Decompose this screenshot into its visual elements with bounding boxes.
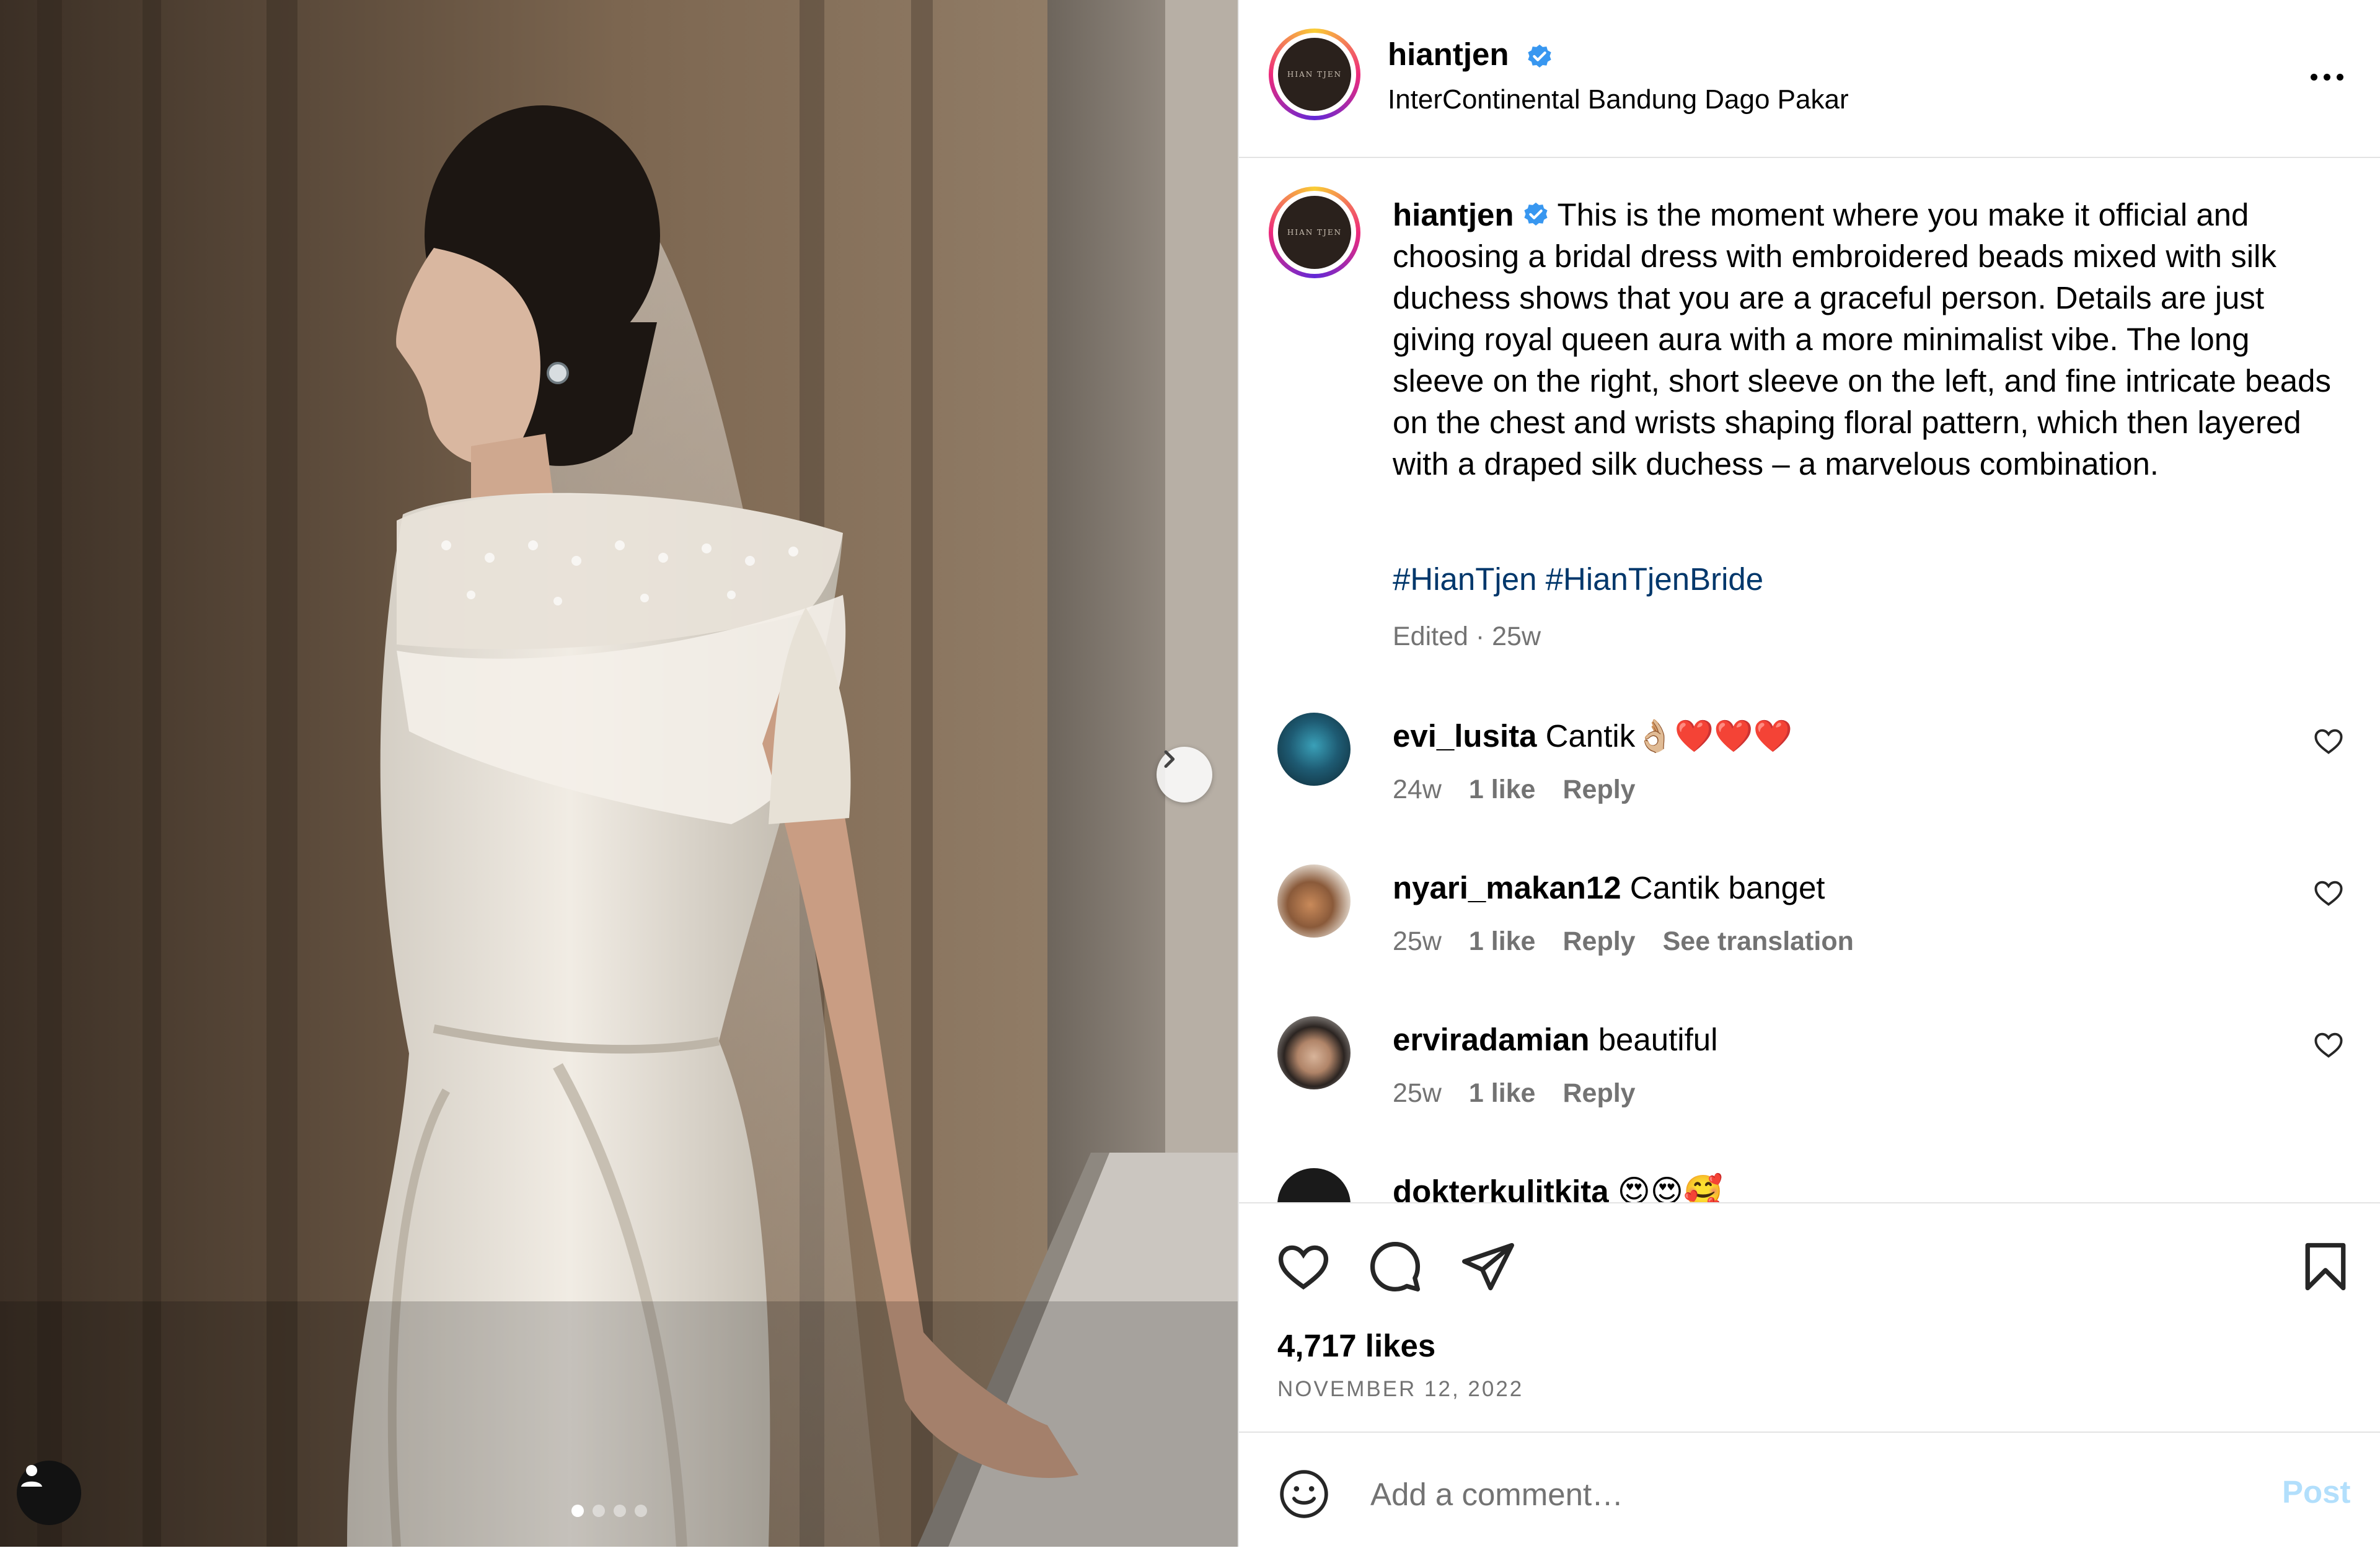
comments-list[interactable]: evi_lusita Cantik👌🏼❤️❤️❤️ 24w 1 like Rep… bbox=[1239, 706, 2380, 1202]
comment-meta: 24w 1 like Reply bbox=[1393, 775, 1636, 805]
caption-body: This is the moment where you make it off… bbox=[1393, 197, 2331, 482]
post-photo[interactable] bbox=[0, 0, 1238, 1547]
author-username-text[interactable]: hiantjen bbox=[1388, 37, 1509, 72]
verified-badge-icon bbox=[1523, 202, 1548, 226]
comment-meta: 25w 1 like Reply See translation bbox=[1393, 926, 1854, 957]
comment-likes[interactable]: 1 like bbox=[1469, 926, 1536, 957]
heart-icon[interactable] bbox=[1275, 1238, 1332, 1295]
see-translation-button[interactable]: See translation bbox=[1663, 926, 1854, 957]
post-header: HIAN TJEN hiantjen InterContinental Band… bbox=[1239, 0, 2380, 158]
post-detail-panel: HIAN TJEN hiantjen InterContinental Band… bbox=[1238, 0, 2380, 1547]
comment-username[interactable]: nyari_makan12 bbox=[1393, 870, 1621, 905]
comment-item: dokterkulitkita 😍😍🥰 bbox=[1239, 1168, 2380, 1202]
comment-item: nyari_makan12 Cantik banget 25w 1 like R… bbox=[1239, 864, 2380, 988]
more-options-button[interactable] bbox=[2302, 58, 2351, 95]
avatar-logo: HIAN TJEN bbox=[1278, 196, 1351, 269]
comment-likes[interactable]: 1 like bbox=[1469, 775, 1536, 805]
comment-username[interactable]: dokterkulitkita bbox=[1393, 1174, 1609, 1202]
commenter-avatar[interactable] bbox=[1277, 1168, 1351, 1202]
add-comment-bar: Post bbox=[1239, 1431, 2380, 1548]
comment-text: Cantik👌🏼❤️❤️❤️ bbox=[1545, 718, 1793, 754]
comment-text: 😍😍🥰 bbox=[1617, 1174, 1723, 1202]
user-tag-icon bbox=[21, 1465, 42, 1487]
caption-username[interactable]: hiantjen bbox=[1393, 197, 1514, 232]
comment-likes[interactable]: 1 like bbox=[1469, 1078, 1536, 1109]
user-tag-button[interactable] bbox=[17, 1461, 81, 1525]
commenter-avatar[interactable] bbox=[1277, 864, 1351, 938]
comment-line: nyari_makan12 Cantik banget bbox=[1393, 869, 1825, 906]
emoji-smile-icon[interactable] bbox=[1277, 1467, 1331, 1521]
carousel-dot bbox=[614, 1505, 626, 1517]
comment-like-heart-icon[interactable] bbox=[2312, 877, 2345, 909]
comment-age: 24w bbox=[1393, 775, 1442, 804]
comment-text: Cantik banget bbox=[1629, 870, 1825, 905]
comment-username[interactable]: erviradamian bbox=[1393, 1022, 1590, 1057]
comment-item: evi_lusita Cantik👌🏼❤️❤️❤️ 24w 1 like Rep… bbox=[1239, 713, 2380, 837]
author-username[interactable]: hiantjen bbox=[1388, 36, 1554, 73]
comment-reply-button[interactable]: Reply bbox=[1562, 775, 1635, 805]
more-dot bbox=[2323, 73, 2330, 81]
comment-meta: 25w 1 like Reply bbox=[1393, 1078, 1636, 1109]
carousel-dot bbox=[635, 1505, 647, 1517]
caption-edited-time: Edited · 25w bbox=[1393, 622, 1541, 651]
bookmark-icon[interactable] bbox=[2297, 1238, 2354, 1295]
post-date[interactable]: NOVEMBER 12, 2022 bbox=[1277, 1377, 1523, 1402]
carousel-next-button[interactable] bbox=[1157, 747, 1212, 803]
comment-age: 25w bbox=[1393, 1078, 1442, 1108]
comment-line: dokterkulitkita 😍😍🥰 bbox=[1393, 1173, 1723, 1202]
post-actions: 4,717 likes NOVEMBER 12, 2022 bbox=[1239, 1202, 2380, 1433]
author-avatar[interactable]: HIAN TJEN bbox=[1269, 29, 1360, 120]
comment-input[interactable] bbox=[1369, 1464, 2177, 1524]
avatar-logo: HIAN TJEN bbox=[1278, 38, 1351, 111]
caption-hashtags: #HianTjen #HianTjenBride bbox=[1393, 561, 1763, 597]
comment-line: evi_lusita Cantik👌🏼❤️❤️❤️ bbox=[1393, 718, 1792, 755]
bridal-photo-illustration bbox=[0, 0, 1238, 1547]
hashtag-link[interactable]: #HianTjen bbox=[1393, 561, 1536, 597]
caption-text: hiantjen This is the moment where you mak… bbox=[1393, 194, 2341, 485]
caption-author-avatar[interactable]: HIAN TJEN bbox=[1269, 187, 1360, 278]
comment-line: erviradamian beautiful bbox=[1393, 1021, 1718, 1058]
comment-bubble-icon[interactable] bbox=[1367, 1238, 1424, 1295]
carousel-dot bbox=[593, 1505, 605, 1517]
commenter-avatar[interactable] bbox=[1277, 713, 1351, 786]
hashtag-link[interactable]: #HianTjenBride bbox=[1546, 561, 1764, 597]
likes-count[interactable]: 4,717 likes bbox=[1277, 1327, 1435, 1364]
post-location[interactable]: InterContinental Bandung Dago Pakar bbox=[1388, 84, 1849, 115]
post-comment-button[interactable]: Post bbox=[2282, 1474, 2351, 1510]
comment-reply-button[interactable]: Reply bbox=[1562, 1078, 1635, 1109]
carousel-dot-active bbox=[571, 1505, 584, 1517]
more-dot bbox=[2336, 73, 2343, 81]
chevron-right-icon bbox=[1164, 750, 1175, 768]
comment-like-heart-icon[interactable] bbox=[2312, 725, 2345, 757]
paper-plane-icon[interactable] bbox=[1460, 1238, 1517, 1295]
comment-like-heart-icon[interactable] bbox=[2312, 1029, 2345, 1061]
more-options-icon bbox=[2310, 73, 2317, 81]
verified-badge-icon bbox=[1528, 44, 1551, 68]
comment-age: 25w bbox=[1393, 926, 1442, 956]
commenter-avatar[interactable] bbox=[1277, 1016, 1351, 1089]
comment-text: beautiful bbox=[1598, 1022, 1718, 1057]
carousel-indicator bbox=[571, 1505, 647, 1517]
comment-username[interactable]: evi_lusita bbox=[1393, 718, 1536, 754]
comment-item: erviradamian beautiful 25w 1 like Reply bbox=[1239, 1016, 2380, 1140]
comment-reply-button[interactable]: Reply bbox=[1562, 926, 1635, 957]
